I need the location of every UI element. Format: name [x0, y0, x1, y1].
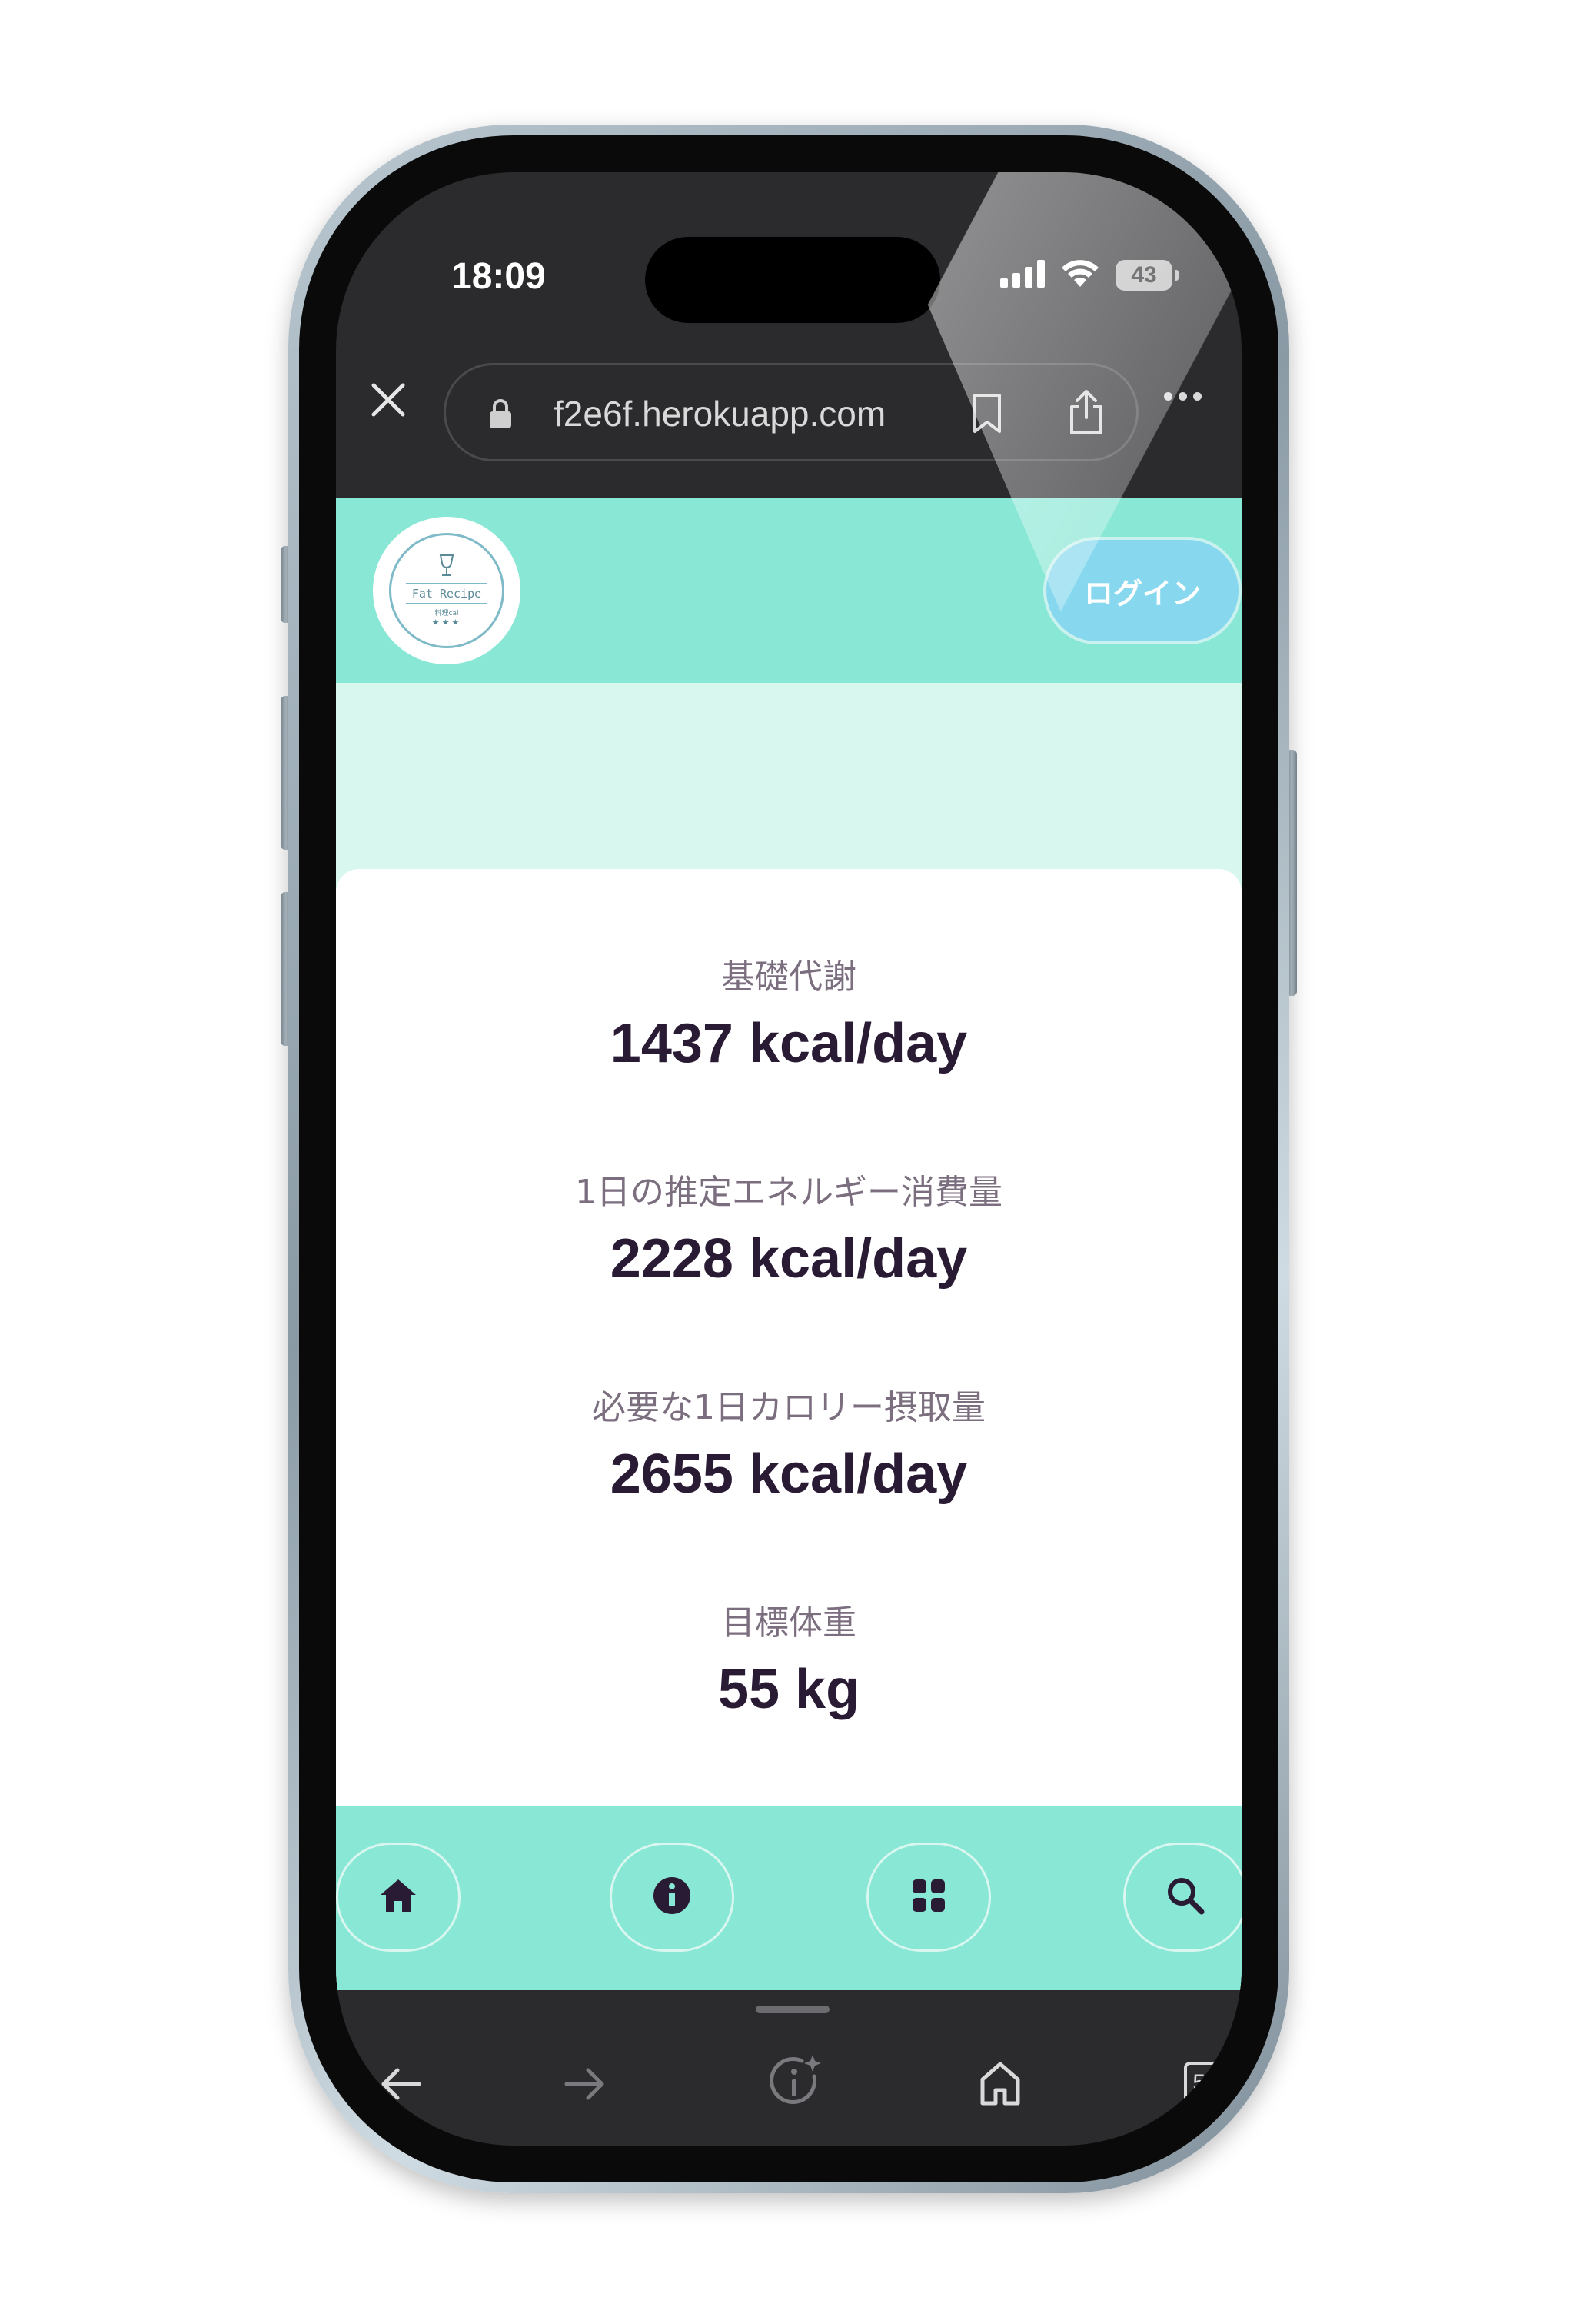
home-icon — [379, 1878, 417, 1916]
address-bar[interactable]: f2e6f.herokuapp.com — [444, 363, 1139, 461]
toolbar-handle[interactable] — [756, 2006, 830, 2013]
stat-label: 目標体重 — [721, 1603, 856, 1643]
nav-search-button[interactable] — [1123, 1843, 1242, 1952]
logo-subtitle: 料理cal — [434, 610, 459, 618]
stat-energy-expenditure: 1日の推定エネルギー消費量 2228 kcal/day — [336, 1164, 1242, 1290]
stat-label: 基礎代謝 — [721, 957, 856, 997]
phone-frame: 18:09 43 f2e6f.herokuapp.com Fat Recipe … — [288, 125, 1289, 2193]
status-icons: 43 — [1000, 255, 1179, 295]
forward-icon[interactable] — [562, 2061, 608, 2110]
stat-value: 55 kg — [717, 1659, 860, 1720]
stat-calorie-intake: 必要な1日カロリー摂取量 2655 kcal/day — [336, 1380, 1242, 1506]
signal-icon — [1000, 260, 1045, 291]
stats-card: 基礎代謝 1437 kcal/day 1日の推定エネルギー消費量 2228 kc… — [336, 869, 1242, 1815]
tabs-icon[interactable]: 54 — [1183, 2061, 1228, 2109]
close-icon[interactable] — [365, 377, 411, 423]
web-content: Fat Recipe 料理cal ★★★ ログイン 基礎代謝 1437 kcal… — [336, 498, 1242, 1990]
search-icon — [1166, 1876, 1205, 1918]
back-icon[interactable] — [377, 2061, 424, 2110]
url-text[interactable]: f2e6f.herokuapp.com — [554, 393, 886, 434]
logo-stars: ★★★ — [431, 618, 462, 628]
stat-value: 2228 kcal/day — [610, 1228, 968, 1290]
wifi-icon — [1060, 259, 1100, 291]
login-button[interactable]: ログイン — [1043, 537, 1242, 644]
stat-label: 1日の推定エネルギー消費量 — [575, 1173, 1002, 1212]
nav-home-button[interactable] — [336, 1843, 461, 1952]
site-header: Fat Recipe 料理cal ★★★ ログイン — [336, 498, 1242, 683]
site-logo[interactable]: Fat Recipe 料理cal ★★★ — [373, 517, 520, 664]
wine-glass-icon — [438, 554, 455, 580]
bookmark-icon[interactable] — [972, 393, 1002, 438]
nav-grid-button[interactable] — [866, 1843, 991, 1952]
device-mockup: 18:09 43 f2e6f.herokuapp.com Fat Recipe … — [0, 0, 1596, 2307]
home-icon[interactable] — [979, 2061, 1022, 2110]
info-icon — [653, 1876, 691, 1918]
ai-info-icon[interactable] — [766, 2053, 825, 2115]
phone-screen: 18:09 43 f2e6f.herokuapp.com Fat Recipe … — [336, 172, 1242, 2146]
status-time: 18:09 — [451, 256, 546, 297]
phone-bezel: 18:09 43 f2e6f.herokuapp.com Fat Recipe … — [299, 135, 1278, 2182]
stat-target-weight: 目標体重 55 kg — [336, 1595, 1242, 1721]
logo-badge: Fat Recipe 料理cal ★★★ — [389, 533, 504, 648]
share-icon[interactable] — [1067, 388, 1106, 439]
stat-value: 2655 kcal/day — [610, 1443, 968, 1505]
battery-indicator: 43 — [1116, 260, 1179, 291]
grid-icon — [912, 1879, 946, 1916]
stat-value: 1437 kcal/day — [610, 1013, 968, 1074]
logo-name: Fat Recipe — [405, 583, 488, 604]
more-icon[interactable] — [1164, 392, 1202, 401]
bottom-nav — [336, 1806, 1242, 1990]
stat-label: 必要な1日カロリー摂取量 — [592, 1388, 986, 1427]
nav-info-button[interactable] — [610, 1843, 734, 1952]
lock-icon — [489, 399, 512, 431]
stat-bmr: 基礎代謝 1437 kcal/day — [336, 949, 1242, 1075]
tab-count: 54 — [1192, 2070, 1219, 2096]
dynamic-island — [645, 237, 940, 323]
